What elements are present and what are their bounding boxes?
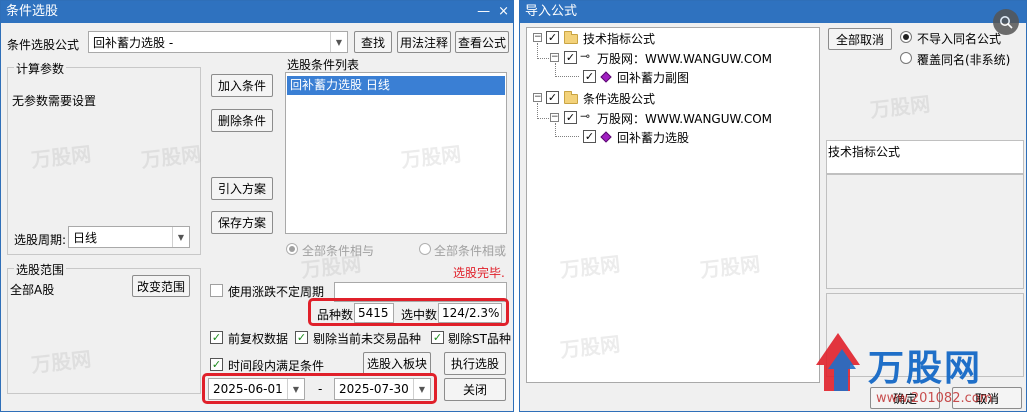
date-highlight: [202, 373, 437, 404]
magnifier-icon: [1000, 16, 1013, 29]
description-panel: [826, 174, 1024, 289]
indicator-icon: [600, 71, 612, 83]
radio-no-import-label: 不导入同名公式: [917, 32, 1002, 46]
tree-root1-label[interactable]: 技术指标公式: [583, 30, 655, 47]
radio-all-and-label: 全部条件相与: [302, 244, 375, 258]
import-formula-window: 导入公式 − ✓ 技术指标公式 − ✓ ⊸ 万股网：WWW.WANGUW.COM…: [519, 0, 1027, 412]
params-group: 计算参数 无参数需要设置 选股周期: 日线 ▼: [7, 60, 201, 255]
forward-adjust-label: 前复权数据: [228, 332, 289, 346]
radio-all-and[interactable]: [286, 243, 298, 255]
tree-leaf1-label[interactable]: 回补蓄力副图: [617, 69, 689, 86]
condition-select-window: 条件选股 — × 条件选股公式 回补蓄力选股 - ▼ 查找 用法注释 查看公式 …: [0, 0, 514, 412]
radio-all-or[interactable]: [419, 243, 431, 255]
tree-root2-label[interactable]: 条件选股公式: [583, 90, 655, 107]
radio-overwrite[interactable]: [900, 52, 912, 64]
condition-list-item[interactable]: 回补蓄力选股 日线: [287, 76, 505, 95]
change-range-button[interactable]: 改变范围: [132, 275, 190, 297]
folder-icon: [564, 31, 578, 44]
time-range-label: 时间段内满足条件: [228, 359, 325, 373]
key-icon: ⊸: [580, 49, 591, 63]
logo-arrow-icon: [816, 333, 860, 391]
params-text: 无参数需要设置: [12, 94, 97, 108]
remove-untraded-label: 剔除当前未交易品种: [313, 332, 422, 346]
tree-checkbox-child1[interactable]: ✓: [564, 51, 577, 64]
info-panel-label: 技术指标公式: [828, 145, 901, 159]
chevron-down-icon[interactable]: ▼: [172, 227, 189, 247]
window-title: 条件选股: [6, 4, 59, 19]
title-bar: 条件选股 — ×: [1, 1, 513, 23]
forward-adjust-checkbox[interactable]: ✓: [210, 331, 223, 344]
tree-leaf2-label[interactable]: 回补蓄力选股: [617, 129, 689, 146]
variable-period-checkbox[interactable]: [210, 284, 223, 297]
collapse-icon[interactable]: −: [550, 53, 559, 62]
minimize-icon[interactable]: —: [477, 1, 490, 23]
tree-checkbox-root2[interactable]: ✓: [546, 91, 559, 104]
tree-checkbox-child2[interactable]: ✓: [564, 111, 577, 124]
close-button[interactable]: 关闭: [444, 378, 506, 401]
view-formula-button[interactable]: 查看公式: [455, 31, 509, 53]
info-panel: 技术指标公式: [826, 140, 1024, 174]
tree-checkbox-root1[interactable]: ✓: [546, 31, 559, 44]
formula-label: 条件选股公式: [7, 38, 80, 52]
condition-list-label: 选股条件列表: [287, 58, 360, 72]
tree-checkbox-leaf1[interactable]: ✓: [583, 70, 596, 83]
time-range-checkbox[interactable]: ✓: [210, 358, 223, 371]
usage-notes-button[interactable]: 用法注释: [397, 31, 451, 53]
period-select[interactable]: 日线 ▼: [68, 226, 190, 248]
collapse-icon[interactable]: −: [533, 33, 542, 42]
variable-period-label: 使用涨跌不定周期: [228, 285, 325, 299]
folder-icon: [564, 91, 578, 104]
delete-condition-button[interactable]: 删除条件: [211, 109, 273, 132]
remove-untraded-checkbox[interactable]: ✓: [295, 331, 308, 344]
selection-icon: [600, 131, 612, 143]
collapse-icon[interactable]: −: [550, 113, 559, 122]
period-select-value: 日线: [73, 230, 98, 245]
condition-list[interactable]: 回补蓄力选股 日线: [285, 72, 507, 234]
import-plan-button[interactable]: 引入方案: [211, 177, 273, 200]
key-icon: ⊸: [580, 109, 591, 123]
brand-logo: 万股网 www.201082.com: [816, 321, 1026, 411]
chevron-down-icon[interactable]: ▼: [330, 32, 347, 52]
find-button[interactable]: 查找: [354, 31, 392, 53]
save-plan-button[interactable]: 保存方案: [211, 211, 273, 234]
range-group-title: 选股范围: [14, 261, 67, 278]
params-group-title: 计算参数: [14, 60, 67, 77]
range-value: 全部A股: [10, 283, 55, 297]
formula-select-value: 回补蓄力选股 -: [93, 35, 174, 50]
add-to-block-button[interactable]: 选股入板块: [363, 352, 431, 375]
cancel-all-button[interactable]: 全部取消: [828, 28, 892, 50]
close-icon[interactable]: ×: [498, 1, 509, 23]
window-title: 导入公式: [525, 4, 578, 19]
count-highlight: [308, 298, 509, 326]
formula-tree[interactable]: − ✓ 技术指标公式 − ✓ ⊸ 万股网：WWW.WANGUW.COM ✓ 回补…: [526, 27, 820, 383]
radio-overwrite-label: 覆盖同名(非系统): [917, 53, 1011, 67]
formula-select[interactable]: 回补蓄力选股 - ▼: [88, 31, 348, 53]
tree-child1-label[interactable]: 万股网：WWW.WANGUW.COM: [597, 50, 772, 67]
tree-checkbox-leaf2[interactable]: ✓: [583, 130, 596, 143]
watermark: 万股网: [869, 91, 932, 123]
tree-child2-label[interactable]: 万股网：WWW.WANGUW.COM: [597, 110, 772, 127]
remove-st-checkbox[interactable]: ✓: [431, 331, 444, 344]
search-icon[interactable]: [993, 9, 1019, 35]
logo-url: www.201082.com: [876, 391, 993, 406]
logo-text: 万股网: [868, 348, 983, 389]
radio-all-or-label: 全部条件相或: [434, 244, 507, 258]
collapse-icon[interactable]: −: [533, 93, 542, 102]
remove-st-label: 剔除ST品种: [448, 332, 511, 346]
range-group: 选股范围 全部A股 改变范围: [7, 261, 201, 394]
status-text: 选股完毕.: [453, 266, 505, 280]
radio-no-import[interactable]: [900, 31, 912, 43]
add-condition-button[interactable]: 加入条件: [211, 74, 273, 97]
execute-select-button[interactable]: 执行选股: [444, 352, 506, 375]
period-label: 选股周期:: [14, 233, 67, 247]
title-bar: 导入公式: [520, 1, 1026, 23]
